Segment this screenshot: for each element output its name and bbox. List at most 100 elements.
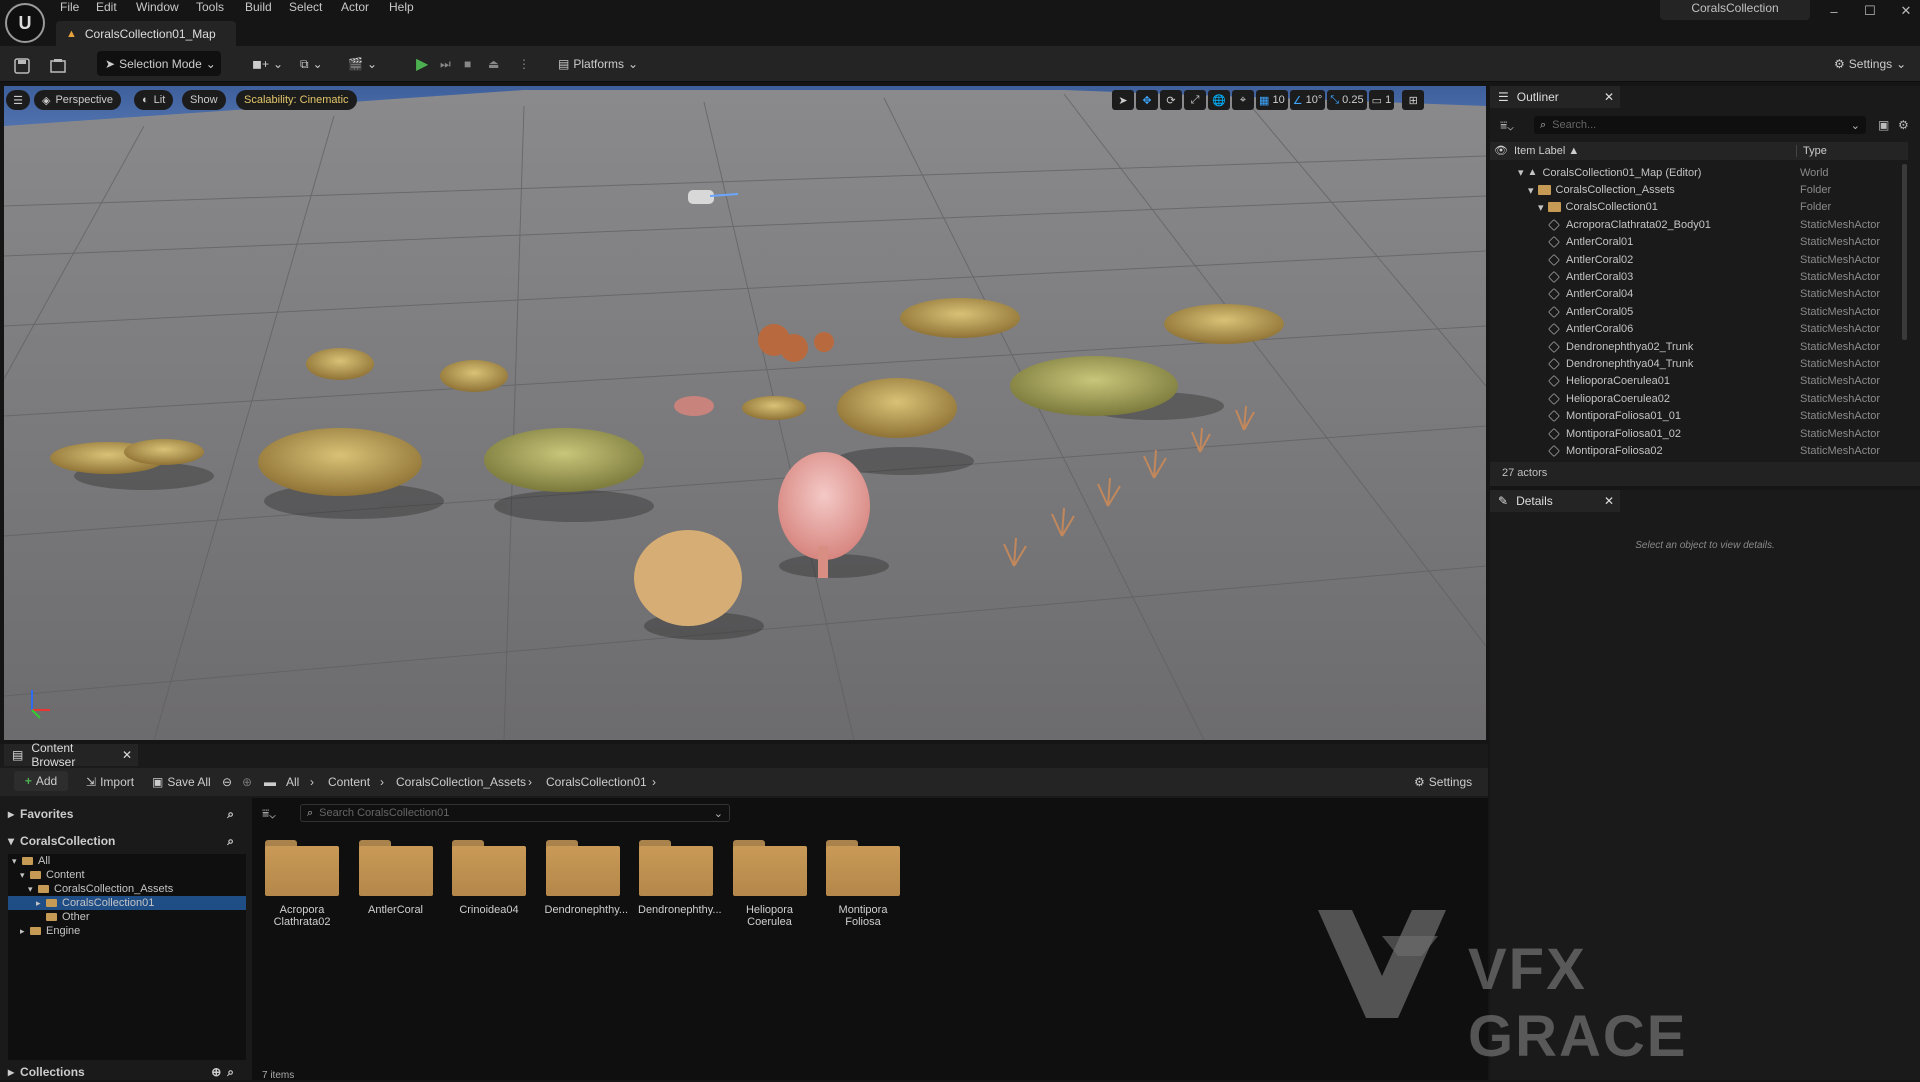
tree-item[interactable]: Other [8, 910, 246, 924]
asset-folder-tile[interactable]: Dendronephthy... [545, 840, 628, 916]
item-label-column[interactable]: Item Label ▲ [1514, 145, 1579, 157]
search-icon[interactable]: ⌕ [227, 1065, 234, 1080]
folder-browse-icon[interactable]: ▬ [264, 772, 276, 792]
add-actor-button[interactable]: ◼︎+ ⌄ [252, 52, 283, 76]
tree-item[interactable]: ▸ Engine [8, 924, 246, 938]
content-browser-tab[interactable]: ▤ Content Browser ✕ [4, 741, 138, 769]
collections-section[interactable]: ▸ Collections ⊕ ⌕ [8, 1062, 242, 1082]
maximize-icon[interactable]: ☐ [1852, 0, 1888, 22]
type-column[interactable]: Type [1796, 145, 1827, 157]
menu-file[interactable]: File [60, 0, 79, 14]
visibility-eye-icon[interactable]: 👁 [1494, 144, 1508, 157]
show-button[interactable]: Show [182, 90, 226, 110]
chevron-down-icon[interactable]: ▾ [1528, 184, 1534, 197]
outliner-row[interactable]: ▾ CoralsCollection01 Folder [1490, 199, 1900, 216]
collection-root-section[interactable]: ▾ CoralsCollection ⌕ [8, 831, 242, 851]
chevron-icon[interactable]: ▾ [28, 884, 38, 895]
select-tool-icon[interactable]: ➤ [1112, 90, 1134, 110]
chevron-icon[interactable]: ▸ [20, 926, 30, 937]
search-icon[interactable]: ⌕ [227, 834, 234, 849]
grid-snap-button[interactable]: ▦ 10 [1256, 90, 1288, 110]
move-tool-icon[interactable]: ✥ [1136, 90, 1158, 110]
perspective-button[interactable]: ◈ Perspective [34, 90, 121, 110]
asset-folder-tile[interactable]: Acropora Clathrata02 [264, 840, 340, 928]
filter-icon[interactable]: ⩸⌄ [1500, 118, 1514, 133]
outliner-row[interactable]: AntlerCoral01 StaticMeshActor [1490, 234, 1900, 251]
search-icon[interactable]: ⌕ [227, 807, 234, 822]
stop-icon[interactable]: ■ [464, 52, 471, 76]
outliner-row[interactable]: AntlerCoral05 StaticMeshActor [1490, 303, 1900, 320]
history-forward-icon[interactable]: ⊕ [242, 772, 252, 792]
step-forward-icon[interactable]: ⏭ [440, 52, 451, 76]
surface-snap-icon[interactable]: ⌖ [1232, 90, 1254, 110]
asset-folder-tile[interactable]: Crinoidea04 [451, 840, 527, 916]
breadcrumb-collection01[interactable]: CoralsCollection01 [546, 775, 647, 789]
blueprints-button[interactable]: ⧉ ⌄ [300, 52, 323, 76]
map-tab[interactable]: ▲ CoralsCollection01_Map [56, 21, 236, 46]
outliner-scrollbar[interactable] [1902, 164, 1907, 340]
content-drawer-icon[interactable] [50, 54, 66, 78]
selection-mode-button[interactable]: ➤ Selection Mode ⌄ [97, 51, 221, 76]
add-folder-icon[interactable]: ▣ [1878, 118, 1889, 132]
unreal-logo-icon[interactable]: U [5, 3, 45, 43]
asset-folder-tile[interactable]: Heliopora Coerulea [732, 840, 808, 928]
menu-actor[interactable]: Actor [341, 0, 369, 14]
scale-snap-button[interactable]: ⤡ 0.25 [1327, 90, 1367, 110]
rotation-snap-button[interactable]: ∠ 10° [1289, 90, 1326, 110]
menu-build[interactable]: Build [245, 0, 272, 14]
save-all-button[interactable]: ▣ Save All [152, 772, 211, 792]
outliner-row[interactable]: Dendronephthya04_Trunk StaticMeshActor [1490, 355, 1900, 372]
tree-item[interactable]: ▾ CoralsCollection_Assets [8, 882, 246, 896]
outliner-row[interactable]: AntlerCoral02 StaticMeshActor [1490, 251, 1900, 268]
close-icon[interactable]: ✕ [1604, 90, 1614, 104]
menu-edit[interactable]: Edit [96, 0, 117, 14]
asset-folder-tile[interactable]: Dendronephthy... [638, 840, 722, 916]
breadcrumb-content[interactable]: Content [328, 775, 370, 789]
tree-item[interactable]: ▸ CoralsCollection01 [8, 896, 246, 910]
chevron-down-icon[interactable]: ▾ [1538, 201, 1544, 214]
outliner-search-input[interactable]: ⌕ Search... ⌄ [1534, 116, 1866, 134]
outliner-row[interactable]: ▾ CoralsCollection_Assets Folder [1490, 181, 1900, 198]
outliner-row[interactable]: HelioporaCoerulea01 StaticMeshActor [1490, 373, 1900, 390]
menu-window[interactable]: Window [136, 0, 179, 14]
outliner-row[interactable]: MontiporaFoliosa02 StaticMeshActor [1490, 442, 1900, 459]
layout-icon[interactable]: ⊞ [1402, 90, 1425, 110]
chevron-icon[interactable]: ▾ [12, 856, 22, 867]
outliner-settings-icon[interactable]: ⚙ [1898, 118, 1909, 132]
cb-search-input[interactable]: ⌕ Search CoralsCollection01 ⌄ [300, 804, 730, 822]
chevron-icon[interactable]: ▸ [36, 898, 46, 909]
scale-tool-icon[interactable]: ⤢ [1184, 90, 1206, 110]
platforms-button[interactable]: ▤ Platforms ⌄ [558, 52, 638, 76]
outliner-row[interactable]: ▾ ▲ CoralsCollection01_Map (Editor) World [1490, 164, 1900, 181]
chevron-down-icon[interactable]: ▾ [1518, 166, 1524, 179]
outliner-row[interactable]: HelioporaCoerulea02 StaticMeshActor [1490, 390, 1900, 407]
asset-folder-tile[interactable]: AntlerCoral [358, 840, 434, 916]
add-collection-icon[interactable]: ⊕ [211, 1065, 221, 1079]
outliner-row[interactable]: AntlerCoral03 StaticMeshActor [1490, 268, 1900, 285]
cinematics-button[interactable]: 🎬 ⌄ [348, 52, 377, 76]
close-icon[interactable]: ✕ [1604, 494, 1614, 508]
breadcrumb-assets[interactable]: CoralsCollection_Assets [396, 775, 526, 789]
play-icon[interactable]: ▶ [416, 52, 428, 76]
outliner-row[interactable]: Dendronephthya02_Trunk StaticMeshActor [1490, 338, 1900, 355]
add-button[interactable]: + Add [14, 771, 68, 791]
outliner-row[interactable]: AntlerCoral06 StaticMeshActor [1490, 321, 1900, 338]
menu-help[interactable]: Help [389, 0, 414, 14]
lit-button[interactable]: ◐ Lit [134, 90, 174, 110]
viewport-menu-icon[interactable]: ☰ [6, 90, 30, 110]
filter-icon[interactable]: ⩸⌄ [262, 806, 276, 821]
history-back-icon[interactable]: ⊖ [222, 772, 232, 792]
close-window-icon[interactable]: ✕ [1888, 0, 1920, 22]
save-icon[interactable] [14, 54, 30, 78]
tree-item[interactable]: ▾ Content [8, 868, 246, 882]
level-viewport[interactable] [4, 86, 1486, 740]
settings-button[interactable]: ⚙ Settings ⌄ [1834, 52, 1906, 76]
eject-icon[interactable]: ⏏ [488, 52, 499, 76]
chevron-icon[interactable]: ▾ [20, 870, 30, 881]
scalability-badge[interactable]: Scalability: Cinematic [236, 90, 357, 110]
more-options-icon[interactable]: ⋮ [518, 52, 530, 76]
outliner-row[interactable]: MontiporaFoliosa01_01 StaticMeshActor [1490, 407, 1900, 424]
favorites-section[interactable]: ▸ Favorites ⌕ [8, 804, 242, 824]
outliner-tab[interactable]: ☰ Outliner ✕ [1490, 86, 1620, 108]
outliner-row[interactable]: MontiporaFoliosa01_02 StaticMeshActor [1490, 425, 1900, 442]
